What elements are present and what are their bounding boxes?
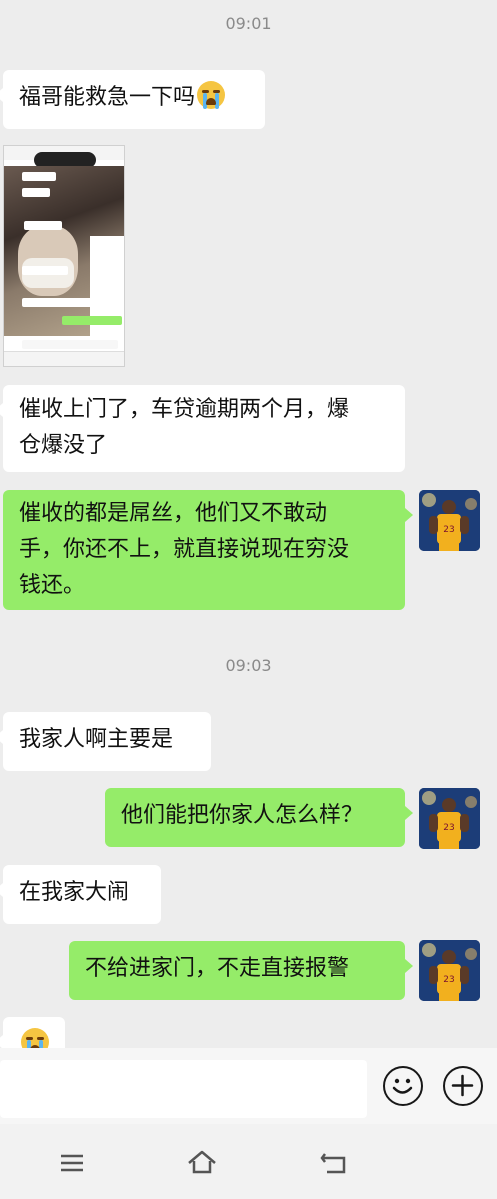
message-input[interactable] bbox=[0, 1060, 367, 1118]
message-text: 钱还。 bbox=[19, 573, 86, 598]
back-icon[interactable] bbox=[317, 1148, 351, 1178]
avatar-image: 23 bbox=[419, 940, 480, 1001]
message-text: 福哥能救急一下吗 bbox=[19, 85, 196, 110]
outgoing-message[interactable]: 催收的都是屌丝，他们又不敢动 手，你还不上，就直接说现在穷没 钱还。 bbox=[3, 490, 413, 610]
message-text: 仓爆没了 bbox=[19, 433, 108, 458]
avatar[interactable]: 23 bbox=[419, 940, 480, 1001]
svg-text:23: 23 bbox=[443, 525, 454, 535]
avatar[interactable]: 23 bbox=[419, 788, 480, 849]
incoming-message[interactable] bbox=[0, 1017, 65, 1048]
incoming-message[interactable]: 催收上门了，车贷逾期两个月，爆 仓爆没了 bbox=[0, 385, 405, 472]
chat-area: 09:01 福哥能救急一下吗 催收上门了，车贷逾期两个月，爆 仓爆没了 催收的都… bbox=[0, 0, 497, 1048]
incoming-message[interactable]: 我家人啊主要是 bbox=[0, 712, 211, 771]
image-message[interactable] bbox=[3, 145, 125, 367]
incoming-message[interactable]: 福哥能救急一下吗 bbox=[0, 70, 265, 129]
svg-text:23: 23 bbox=[443, 975, 454, 985]
outgoing-message[interactable]: 不给进家门，不走直接报警 bbox=[69, 941, 413, 1000]
svg-text:23: 23 bbox=[443, 823, 454, 833]
message-text: 我家人啊主要是 bbox=[19, 727, 174, 752]
crying-emoji-icon bbox=[197, 81, 226, 109]
home-icon[interactable] bbox=[185, 1148, 219, 1178]
crying-emoji-icon bbox=[21, 1028, 49, 1048]
avatar[interactable]: 23 bbox=[419, 490, 480, 551]
message-text: 催收的都是屌丝，他们又不敢动 bbox=[19, 501, 328, 526]
plus-icon[interactable] bbox=[443, 1066, 483, 1106]
menu-icon[interactable] bbox=[55, 1148, 89, 1178]
timestamp: 09:01 bbox=[225, 14, 272, 33]
message-text: 催收上门了，车贷逾期两个月，爆 bbox=[19, 397, 350, 422]
input-bar bbox=[0, 1048, 497, 1124]
message-text: 不给进家门，不走直接报警 bbox=[85, 956, 350, 981]
avatar-image: 23 bbox=[419, 788, 480, 849]
smile-icon[interactable] bbox=[383, 1066, 423, 1106]
incoming-message[interactable]: 在我家大闹 bbox=[0, 865, 161, 924]
avatar-image: 23 bbox=[419, 490, 480, 551]
outgoing-message[interactable]: 他们能把你家人怎么样？ bbox=[105, 788, 413, 847]
message-text: 在我家大闹 bbox=[19, 880, 130, 905]
message-text: 他们能把你家人怎么样？ bbox=[121, 803, 364, 828]
message-text: 手，你还不上，就直接说现在穷没 bbox=[19, 537, 350, 562]
timestamp: 09:03 bbox=[225, 656, 272, 675]
system-nav-bar bbox=[0, 1124, 497, 1199]
